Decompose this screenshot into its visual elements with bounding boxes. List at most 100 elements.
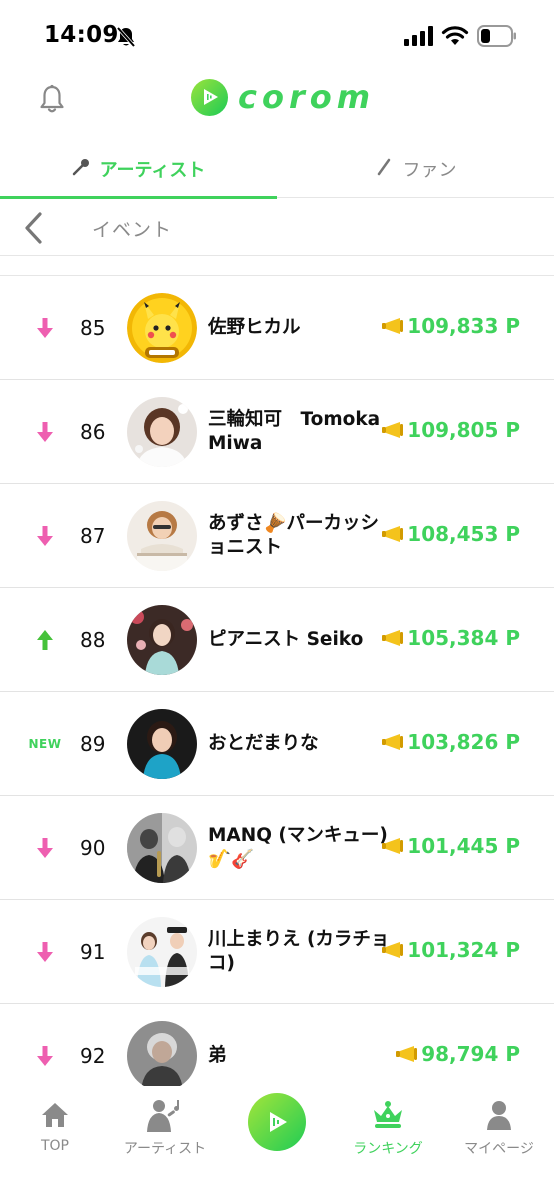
rank-new-badge: NEW: [28, 730, 62, 758]
points-value: 105,384 P: [382, 626, 520, 650]
artist-name: 三輪知可 Tomoka Miwa: [208, 409, 381, 454]
megaphone-icon: [382, 942, 404, 958]
points-text: 101,445 P: [407, 834, 520, 858]
ranking-row[interactable]: 85 佐野ヒカル 109,833 P: [0, 276, 554, 380]
tab-fan-label: ファン: [402, 160, 457, 181]
rank-up-arrow-icon: [28, 626, 62, 654]
points-value: 109,833 P: [382, 314, 520, 338]
new-badge-label: NEW: [28, 737, 62, 751]
megaphone-icon: [382, 318, 404, 334]
nav-artist[interactable]: アーティスト: [110, 1086, 220, 1166]
ranking-row[interactable]: 87 あずさ🪘パーカッショニスト 108,453 P: [0, 484, 554, 588]
nav-top-label: TOP: [40, 1138, 69, 1154]
rank-number: 89: [80, 732, 106, 756]
artist-name: MANQ (マンキュー) 🎷🎸: [208, 825, 388, 870]
artist-avatar: [127, 813, 197, 883]
points-value: 103,826 P: [382, 730, 520, 754]
tab-artist-label: アーティスト: [99, 160, 206, 181]
points-value: 101,324 P: [382, 938, 520, 962]
app-header: corom: [0, 70, 554, 130]
artist-avatar: [127, 917, 197, 987]
nav-artist-label: アーティスト: [123, 1141, 207, 1157]
points-value: 98,794 P: [396, 1042, 520, 1066]
corom-play-icon: [270, 1112, 287, 1132]
nav-top[interactable]: TOP: [0, 1086, 110, 1166]
points-value: 109,805 P: [382, 418, 520, 442]
artist-avatar: [127, 709, 197, 779]
artist-avatar: [127, 397, 197, 467]
logo-text: corom: [238, 78, 376, 116]
points-text: 98,794 P: [421, 1042, 520, 1066]
bottom-nav: TOP アーティスト ランキング マイページ: [0, 1086, 554, 1199]
artist-name: あずさ🪘パーカッショニスト: [208, 513, 380, 558]
points-text: 105,384 P: [407, 626, 520, 650]
artist-name: ピアニスト Seiko: [208, 629, 364, 650]
tab-fan[interactable]: ファン: [277, 140, 554, 198]
ranking-list: 85 佐野ヒカル 109,833 P 86 三輪知可 Tomoka Miwa 1…: [0, 276, 554, 1108]
ranking-row[interactable]: 91 川上まりえ (カラチョコ) 101,324 P: [0, 900, 554, 1004]
megaphone-icon: [396, 1046, 418, 1062]
rank-number: 90: [80, 836, 106, 860]
rank-down-arrow-icon: [28, 314, 62, 342]
notification-bell-icon[interactable]: [38, 84, 66, 114]
corom-play-button[interactable]: [248, 1093, 306, 1151]
artist-name: おとだまりな: [208, 733, 319, 754]
corom-logo[interactable]: corom: [191, 78, 375, 116]
ranking-row[interactable]: NEW 89 おとだまりな 103,826 P: [0, 692, 554, 796]
artist-avatar: [127, 293, 197, 363]
wifi-icon: [441, 26, 469, 45]
rank-number: 91: [80, 940, 106, 964]
rank-number: 85: [80, 316, 106, 340]
rank-down-arrow-icon: [28, 522, 62, 550]
microphone-icon: [72, 158, 90, 180]
points-text: 101,324 P: [407, 938, 520, 962]
points-value: 108,453 P: [382, 522, 520, 546]
rank-down-arrow-icon: [28, 834, 62, 862]
logo-mark-icon: [191, 78, 228, 116]
sub-header: イベント: [0, 199, 554, 256]
ranking-row[interactable]: 90 MANQ (マンキュー) 🎷🎸 101,445 P: [0, 796, 554, 900]
pen-icon: [375, 158, 393, 180]
rank-down-arrow-icon: [28, 418, 62, 446]
points-text: 103,826 P: [407, 730, 520, 754]
nav-mypage-label: マイページ: [464, 1141, 534, 1157]
nav-ranking[interactable]: ランキング: [333, 1086, 443, 1166]
rank-number: 87: [80, 524, 106, 548]
artist-avatar: [127, 501, 197, 571]
ranking-row[interactable]: 88 ピアニスト Seiko 105,384 P: [0, 588, 554, 692]
megaphone-icon: [382, 526, 404, 542]
tab-artist[interactable]: アーティスト: [0, 140, 277, 199]
rank-number: 86: [80, 420, 106, 444]
page-title: イベント: [92, 219, 173, 241]
nav-ranking-label: ランキング: [353, 1141, 423, 1157]
artist-name: 川上まりえ (カラチョコ): [208, 929, 390, 974]
battery-icon: [477, 25, 516, 47]
rank-number: 88: [80, 628, 106, 652]
nav-mypage[interactable]: マイページ: [444, 1086, 554, 1166]
artist-avatar: [127, 605, 197, 675]
status-time: 14:09: [44, 22, 119, 48]
artist-icon: [145, 1098, 185, 1132]
rank-down-arrow-icon: [28, 938, 62, 966]
rank-number: 92: [80, 1044, 106, 1068]
points-text: 109,805 P: [407, 418, 520, 442]
crown-icon: [371, 1098, 405, 1132]
home-icon: [40, 1098, 70, 1132]
megaphone-icon: [382, 838, 404, 854]
tab-bar: アーティスト ファン: [0, 140, 554, 199]
points-text: 109,833 P: [407, 314, 520, 338]
signal-icon: [404, 26, 433, 46]
megaphone-icon: [382, 422, 404, 438]
bell-off-icon: [116, 26, 136, 48]
status-bar: 14:09: [0, 0, 554, 70]
person-icon: [485, 1098, 513, 1132]
rank-down-arrow-icon: [28, 1042, 62, 1070]
ranking-row[interactable]: 86 三輪知可 Tomoka Miwa 109,805 P: [0, 380, 554, 484]
back-chevron-icon[interactable]: [20, 211, 50, 245]
artist-name: 佐野ヒカル: [208, 317, 301, 338]
points-value: 101,445 P: [382, 834, 520, 858]
points-text: 108,453 P: [407, 522, 520, 546]
megaphone-icon: [382, 630, 404, 646]
artist-avatar: [127, 1021, 197, 1091]
megaphone-icon: [382, 734, 404, 750]
